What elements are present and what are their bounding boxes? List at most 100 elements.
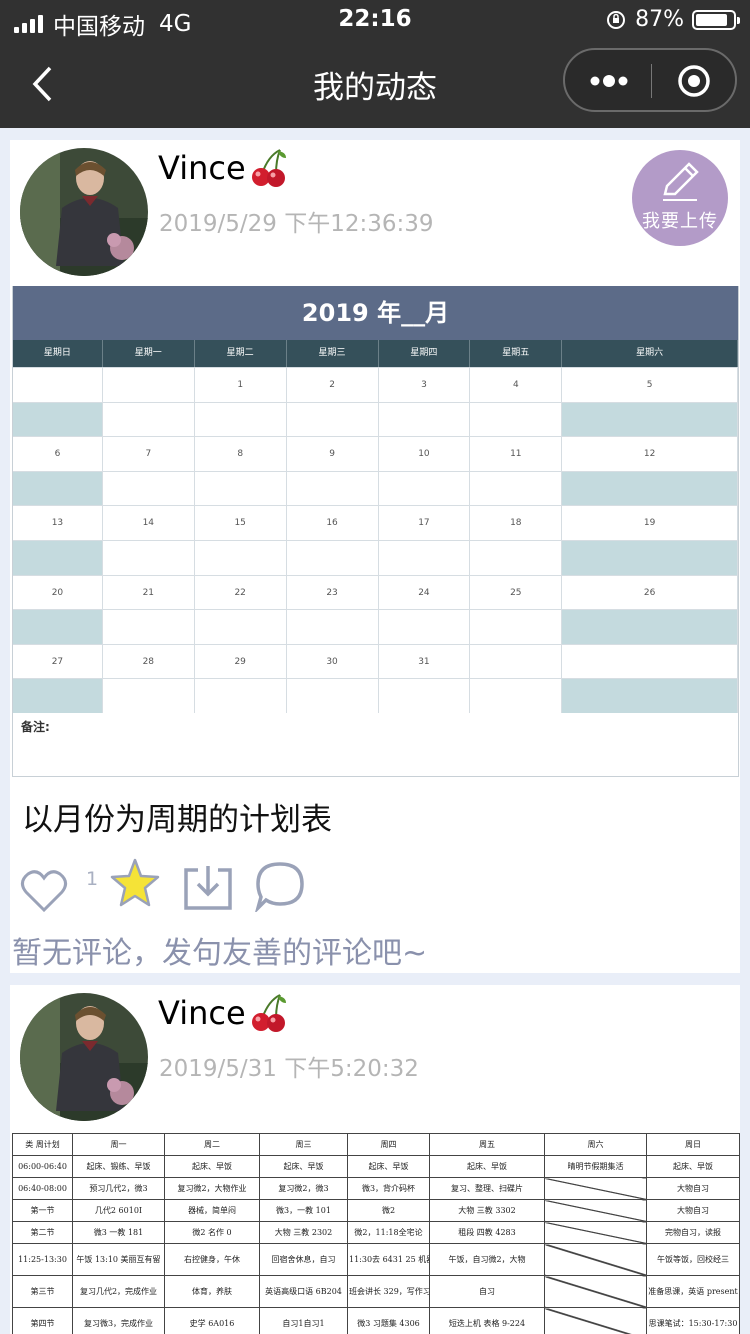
- schedule-cell: 微2，11:18全宅论: [347, 1221, 430, 1244]
- calendar-day: 6: [13, 437, 103, 471]
- calendar-day: 12: [562, 437, 738, 471]
- calendar-day: 13: [13, 506, 103, 540]
- calendar-day: 4: [470, 368, 563, 402]
- schedule-cell: 第一节: [12, 1199, 73, 1222]
- calendar-day: [562, 644, 738, 679]
- calendar-day: 31: [379, 644, 471, 679]
- avatar[interactable]: [20, 993, 148, 1121]
- schedule-header-row: 类 周计划 周一 周二 周三 周四 周五 周六 周日: [12, 1133, 740, 1156]
- weekday-label: 星期五: [470, 340, 563, 367]
- schedule-cell: 英语高级口语 6B204: [259, 1275, 348, 1308]
- calendar-day: [470, 644, 563, 679]
- schedule-cell: 复习微3，完成作业: [72, 1307, 165, 1334]
- comment-placeholder[interactable]: 暂无评论，发句友善的评论吧~: [12, 928, 427, 972]
- upload-button[interactable]: 我要上传: [632, 150, 728, 246]
- calendar-day: 7: [103, 437, 195, 471]
- capsule-menu: [563, 48, 737, 112]
- schedule-cell: 班会讲长 329，写作习惯: [347, 1275, 430, 1308]
- calendar-day: 3: [379, 368, 471, 402]
- schedule-image[interactable]: 类 周计划 周一 周二 周三 周四 周五 周六 周日 06:00-06:40 起床、锻练、早饭 起床…: [12, 1133, 740, 1334]
- calendar-week-row: 12345: [13, 367, 738, 402]
- schedule-cell: 史学 6A016: [164, 1307, 260, 1334]
- comment-icon[interactable]: [254, 860, 306, 912]
- schedule-cell: [544, 1177, 647, 1200]
- calendar-day: 25: [470, 575, 563, 610]
- schedule-cell: 预习几代2，微3: [72, 1177, 165, 1200]
- schedule-cell: 第二节: [12, 1221, 73, 1244]
- heart-icon[interactable]: [20, 868, 68, 914]
- calendar-day: [103, 368, 195, 402]
- battery-percent: 87%: [635, 7, 684, 32]
- schedule-cell: 体育，养肤: [164, 1275, 260, 1308]
- calendar-plan-row: [13, 678, 738, 713]
- schedule-cell: 自习1自习1: [259, 1307, 348, 1334]
- schedule-header-cell: 周四: [347, 1133, 430, 1156]
- schedule-cell: 思课笔试：15:30-17:30: [646, 1307, 740, 1334]
- like-count: 1: [86, 868, 99, 890]
- schedule-cell: 大物自习: [646, 1199, 740, 1222]
- calendar-plan-row: [13, 470, 738, 506]
- cherry-icon: [251, 994, 286, 1032]
- schedule-row: 06:00-06:40 起床、锻练、早饭 起床、早饭 起床、早饭 起床、早饭 起床、早饭晴…: [12, 1155, 740, 1178]
- schedule-cell: 完物自习，读报: [646, 1221, 740, 1244]
- schedule-cell: 第三节: [12, 1275, 73, 1308]
- schedule-cell: 复习几代2，完成作业: [72, 1275, 165, 1308]
- calendar-day: 24: [379, 575, 471, 610]
- schedule-cell: [544, 1199, 647, 1222]
- user-name[interactable]: Vince: [158, 994, 246, 1032]
- calendar-day: [13, 368, 103, 402]
- calendar-day: 27: [13, 644, 103, 679]
- schedule-cell: 器械，简单闷: [164, 1199, 260, 1222]
- weekday-label: 星期二: [195, 340, 287, 367]
- calendar-day: 23: [287, 575, 379, 610]
- schedule-cell: 微3 一教 181: [72, 1221, 165, 1244]
- schedule-header-cell: 周二: [164, 1133, 260, 1156]
- star-icon[interactable]: [108, 856, 162, 910]
- more-dots-icon[interactable]: [585, 62, 633, 100]
- schedule-cell: 回宿舍休息，自习: [259, 1243, 348, 1276]
- calendar-grid: 1 2 3 4 5 6 7 8 9 10 11 12 13 14 15 16 17 18 19 20 21 22 23 24 2…: [13, 367, 738, 713]
- calendar-weekday-row: 星期日 星期一 星期二 星期三 星期四 星期五 星期六: [13, 340, 738, 367]
- calendar-plan-row: [13, 539, 738, 575]
- schedule-cell: 复习微2，大物作业: [164, 1177, 260, 1200]
- schedule-cell: 起床、锻练、早饭: [72, 1155, 165, 1178]
- schedule-row: 第四节 复习微3，完成作业 史学 6A016 自习1自习1 微3 习题集 4306 短迭上…: [12, 1307, 740, 1334]
- calendar-day: 30: [287, 644, 379, 679]
- target-icon[interactable]: [675, 62, 713, 100]
- schedule-cell: 起床、早饭: [347, 1155, 430, 1178]
- calendar-day: 21: [103, 575, 195, 610]
- schedule-row: 第一节 几代2 6010I 器械，简单闷 微3，一教 101 微2 大物 三教 3302 大…: [12, 1199, 740, 1222]
- schedule-header-cell: 周六: [544, 1133, 647, 1156]
- post-description: 以月份为周期的计划表: [22, 802, 332, 838]
- calendar-day: 11: [470, 437, 563, 471]
- schedule-cell: 微2 名作 0: [164, 1221, 260, 1244]
- calendar-day: 29: [195, 644, 287, 679]
- calendar-week-row: 20 21 22 23 24 25 26: [13, 574, 738, 610]
- user-name[interactable]: Vince: [158, 149, 246, 187]
- schedule-row: 11:25-13:30 午饭 13:10 美丽互有留 右控健身，午休 回宿舍休息，自习…: [12, 1243, 740, 1276]
- weekday-label: 星期六: [562, 340, 738, 367]
- calendar-day: 16: [287, 506, 379, 540]
- schedule-header-cell: 周一: [72, 1133, 165, 1156]
- schedule-cell: 大物 三教 2302: [259, 1221, 348, 1244]
- schedule-cell: 起床、早饭: [259, 1155, 348, 1178]
- calendar-week-row: 6 7 8 9 10 11 12: [13, 436, 738, 471]
- weekday-label: 星期一: [103, 340, 195, 367]
- calendar-day: 5: [562, 368, 738, 402]
- download-icon[interactable]: [182, 862, 234, 912]
- schedule-cell: 06:40-08:00: [12, 1177, 73, 1200]
- schedule-cell: 短迭上机 表格 9-224: [429, 1307, 545, 1334]
- nav-bar: 我的动态: [0, 40, 750, 128]
- schedule-header-cell: 类 周计划: [12, 1133, 73, 1156]
- schedule-row: 第二节 微3 一教 181 微2 名作 0 大物 三教 2302 微2，11:18全宅论…: [12, 1221, 740, 1244]
- avatar[interactable]: [20, 148, 148, 276]
- schedule-cell: 准备思课，英语 present: [646, 1275, 740, 1308]
- schedule-cell: 自习: [429, 1275, 545, 1308]
- schedule-cell: 起床、早饭: [164, 1155, 260, 1178]
- schedule-row: 第三节 复习几代2，完成作业 体育，养肤 英语高级口语 6B204 班会讲长 329，写…: [12, 1275, 740, 1308]
- schedule-cell: 午饭 13:10 美丽互有留: [72, 1243, 165, 1276]
- post-time: 2019/5/29 下午12:36:39: [159, 211, 434, 237]
- calendar-image[interactable]: 2019 年__月 星期日 星期一 星期二 星期三 星期四 星期五 星期六 12345678…: [12, 286, 739, 777]
- schedule-cell: 大物 三教 3302: [429, 1199, 545, 1222]
- calendar-day: 2: [287, 368, 379, 402]
